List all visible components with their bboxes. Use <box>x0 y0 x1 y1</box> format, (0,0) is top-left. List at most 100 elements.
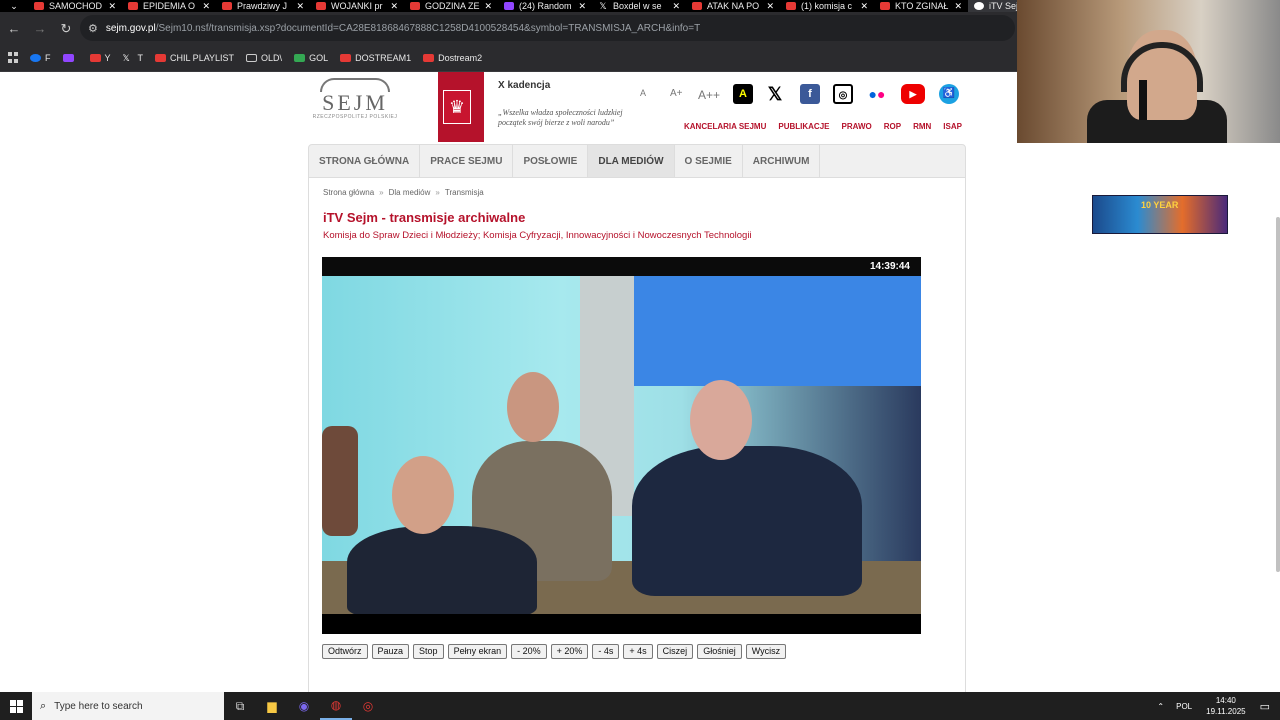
sejm-logo[interactable]: SEJM RZECZPOSPOLITEJ POLSKIEJ <box>310 78 400 134</box>
flickr-icon[interactable]: ●● <box>867 84 887 104</box>
browser-tab[interactable]: SAMOCHOD ✕ <box>28 0 122 12</box>
breadcrumb-item[interactable]: Transmisja <box>445 188 484 197</box>
close-icon[interactable]: ✕ <box>484 1 492 12</box>
person-right <box>632 446 862 596</box>
menu-item[interactable]: PRACE SEJMU <box>420 145 514 177</box>
address-bar[interactable]: ⚙ sejm.gov.pl /Sejm10.nsf/transmisja.xsp… <box>80 15 1015 41</box>
close-icon[interactable]: ✕ <box>202 1 210 12</box>
top-link[interactable]: RMN <box>913 122 931 131</box>
chat-app-icon[interactable]: ◉ <box>288 692 320 720</box>
reload-icon[interactable]: ↻ <box>54 21 78 37</box>
site-info-icon[interactable]: ⚙ <box>88 22 98 35</box>
youtube-icon[interactable]: ▶ <box>901 84 925 104</box>
language-indicator[interactable]: POL <box>1176 702 1192 711</box>
top-link[interactable]: KANCELARIA SEJMU <box>684 122 766 131</box>
taskbar-clock[interactable]: 14:40 19.11.2025 <box>1206 695 1245 717</box>
top-link[interactable]: ISAP <box>943 122 962 131</box>
player-control-button[interactable]: Pełny ekran <box>447 644 508 659</box>
close-icon[interactable]: ✕ <box>578 1 586 12</box>
x-icon[interactable]: 𝕏 <box>765 84 785 104</box>
forward-icon[interactable]: → <box>28 21 52 36</box>
player-control-button[interactable]: Głośniej <box>697 644 742 659</box>
contrast-icon[interactable]: A <box>733 84 753 104</box>
browser-tab[interactable]: (24) Random ✕ <box>498 0 592 12</box>
search-placeholder: Type here to search <box>54 700 143 712</box>
breadcrumb-item[interactable]: Dla mediów <box>389 188 431 197</box>
tab-title: (24) Random <box>519 1 572 11</box>
bookmark-item[interactable]: OLD\ <box>246 53 282 63</box>
menu-item[interactable]: STRONA GŁÓWNA <box>309 145 421 177</box>
player-control-button[interactable]: Stop <box>413 644 444 659</box>
top-link[interactable]: PRAWO <box>842 122 872 131</box>
bookmark-item[interactable]: F <box>30 53 51 63</box>
close-icon[interactable]: ✕ <box>108 1 116 12</box>
desktop: ⌄ SAMOCHOD ✕ EPIDEMIA O ✕ Prawdziwy J ✕ WOJANK… <box>0 0 1280 720</box>
apps-icon[interactable] <box>8 52 20 64</box>
tab-title: EPIDEMIA O <box>143 1 196 11</box>
video-frame[interactable] <box>322 276 921 614</box>
player-control-button[interactable]: - 4s <box>592 644 620 659</box>
notifications-icon[interactable]: ▭ <box>1260 700 1270 713</box>
close-icon[interactable]: ✕ <box>296 1 304 12</box>
bookmark-item[interactable]: Dostream2 <box>423 53 482 63</box>
font-size-larger[interactable]: A+ <box>670 88 683 99</box>
browser-tab[interactable]: GODZINA ZE ✕ <box>404 0 498 12</box>
close-icon[interactable]: ✕ <box>766 1 774 12</box>
player-control-button[interactable]: Pauza <box>371 644 410 659</box>
bookmark-label: Y <box>104 53 111 63</box>
page-scrollbar[interactable] <box>1276 217 1280 572</box>
instagram-icon[interactable]: ◎ <box>833 84 853 104</box>
file-explorer-icon[interactable]: ▆ <box>256 692 288 720</box>
browser-tab[interactable]: 𝕏 Boxdel w se ✕ <box>592 0 686 12</box>
folder-icon <box>246 54 258 62</box>
promo-banner[interactable]: 10 YEAR <box>1092 195 1228 234</box>
video-player[interactable]: 14:39:44 <box>322 257 921 634</box>
browser-tab[interactable]: ATAK NA PO ✕ <box>686 0 780 12</box>
player-control-button[interactable]: - 20% <box>511 644 547 659</box>
facebook-icon[interactable]: f <box>800 84 820 104</box>
player-control-button[interactable]: Ciszej <box>656 644 694 659</box>
red-band: ♛ <box>438 72 484 142</box>
bookmark-item[interactable]: 𝕏T <box>123 53 144 63</box>
taskbar-search[interactable]: ⌕ Type here to search <box>32 692 224 720</box>
bookmark-item[interactable] <box>62 53 78 63</box>
player-control-button[interactable]: Odtwórz <box>322 644 368 659</box>
back-icon[interactable]: ← <box>2 21 26 36</box>
bookmark-item[interactable]: CHIL PLAYLIST <box>155 53 234 63</box>
bookmark-item[interactable]: Y <box>89 53 111 63</box>
browser-tab[interactable]: Prawdziwy J ✕ <box>216 0 310 12</box>
browser-tab[interactable]: KTO ZGINAŁ ✕ <box>874 0 968 12</box>
browser-tab[interactable]: WOJANKI pr ✕ <box>310 0 404 12</box>
close-icon[interactable]: ✕ <box>672 1 680 12</box>
tab-search-icon[interactable]: ⌄ <box>0 0 28 12</box>
top-link[interactable]: PUBLIKACJE <box>778 122 829 131</box>
menu-item[interactable]: ARCHIWUM <box>743 145 821 177</box>
close-icon[interactable]: ✕ <box>954 1 962 12</box>
close-icon[interactable]: ✕ <box>860 1 868 12</box>
task-view-icon[interactable]: ⧉ <box>224 692 256 720</box>
tray-chevron-icon[interactable]: ⌃ <box>1157 702 1164 711</box>
bookmark-item[interactable]: DOSTREAM1 <box>340 53 411 63</box>
top-link[interactable]: ROP <box>884 122 901 131</box>
browser-tab[interactable]: EPIDEMIA O ✕ <box>122 0 216 12</box>
player-control-button[interactable]: Wycisz <box>745 644 787 659</box>
bookmark-label: T <box>137 53 144 63</box>
accessibility-icon[interactable]: ♿ <box>939 84 959 104</box>
bookmark-item[interactable]: GOL <box>294 53 328 63</box>
g-icon <box>294 54 306 62</box>
font-size-normal[interactable]: A <box>640 88 646 98</box>
twitch-icon <box>62 54 74 62</box>
player-control-button[interactable]: + 4s <box>623 644 653 659</box>
breadcrumb-item[interactable]: Strona główna <box>323 188 374 197</box>
menu-item[interactable]: DLA MEDIÓW <box>588 145 675 177</box>
obs-icon[interactable]: ◎ <box>352 692 384 720</box>
browser-tab[interactable]: (1) komisja c ✕ <box>780 0 874 12</box>
chrome-icon[interactable]: ◍ <box>320 692 352 720</box>
windows-start-icon[interactable] <box>0 692 32 720</box>
menu-item[interactable]: POSŁOWIE <box>513 145 589 177</box>
font-size-largest[interactable]: A++ <box>698 88 720 102</box>
menu-item[interactable]: O SEJMIE <box>675 145 743 177</box>
player-control-button[interactable]: + 20% <box>550 644 589 659</box>
close-icon[interactable]: ✕ <box>390 1 398 12</box>
twitch-icon <box>504 2 514 10</box>
